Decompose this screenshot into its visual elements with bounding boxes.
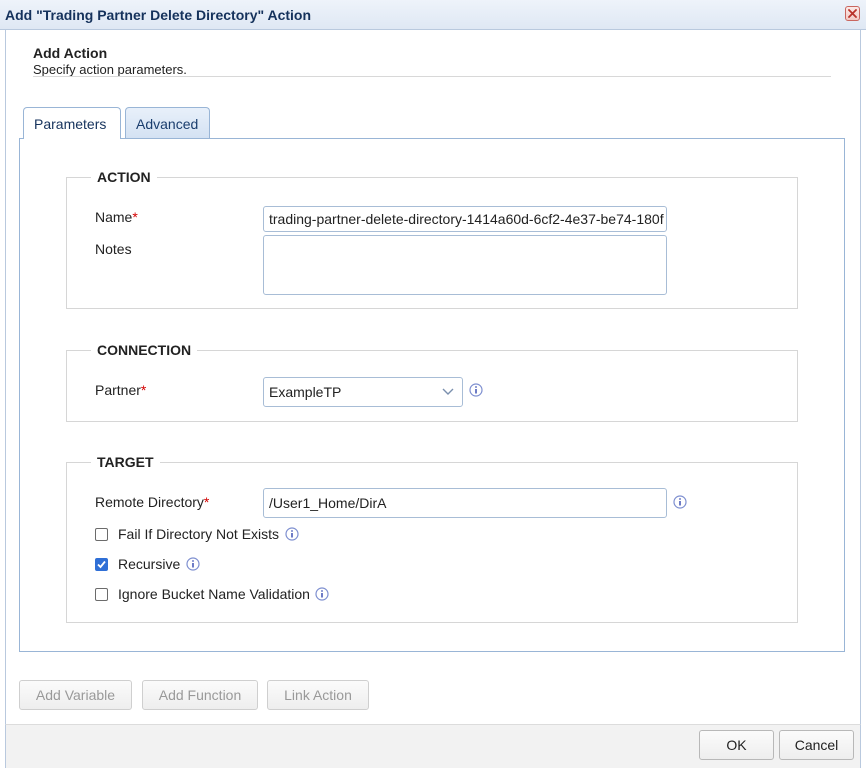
required-marker: * xyxy=(132,209,138,225)
fail-if-not-exists-label[interactable]: Fail If Directory Not Exists xyxy=(118,526,279,542)
partner-select-arrow[interactable] xyxy=(434,378,462,406)
checkmark-icon xyxy=(97,560,106,569)
close-icon xyxy=(848,9,857,18)
header-divider xyxy=(33,76,831,77)
required-marker: * xyxy=(203,494,210,510)
remote-directory-label: Remote Directory* xyxy=(95,494,210,510)
partner-select-value: ExampleTP xyxy=(269,384,342,400)
target-legend: TARGET xyxy=(91,454,160,470)
remote-directory-input[interactable]: /User1_Home/DirA xyxy=(263,488,667,518)
link-action-button[interactable]: Link Action xyxy=(267,680,369,710)
notes-label: Notes xyxy=(95,241,132,257)
name-label: Name* xyxy=(95,209,138,225)
chevron-down-icon xyxy=(442,388,454,395)
notes-textarea[interactable] xyxy=(263,235,667,295)
info-icon[interactable] xyxy=(315,587,329,601)
name-input[interactable]: trading-partner-delete-directory-1414a60… xyxy=(263,206,667,232)
partner-select[interactable]: ExampleTP xyxy=(263,377,463,407)
recursive-checkbox[interactable] xyxy=(95,558,108,571)
tab-advanced[interactable]: Advanced xyxy=(125,107,210,138)
ignore-bucket-validation-checkbox[interactable] xyxy=(95,588,108,601)
header-subtitle: Specify action parameters. xyxy=(33,62,187,77)
cancel-button[interactable]: Cancel xyxy=(779,730,854,760)
fail-if-not-exists-checkbox[interactable] xyxy=(95,528,108,541)
info-icon[interactable] xyxy=(186,557,200,571)
required-marker: * xyxy=(140,382,147,398)
add-variable-button[interactable]: Add Variable xyxy=(19,680,132,710)
add-function-button[interactable]: Add Function xyxy=(142,680,258,710)
info-icon[interactable] xyxy=(285,527,299,541)
dialog-title: Add "Trading Partner Delete Directory" A… xyxy=(5,7,312,23)
recursive-label[interactable]: Recursive xyxy=(118,556,180,572)
dialog-titlebar: Add "Trading Partner Delete Directory" A… xyxy=(0,0,866,30)
connection-legend: CONNECTION xyxy=(91,342,198,358)
info-icon[interactable] xyxy=(673,495,687,509)
ok-button[interactable]: OK xyxy=(699,730,774,760)
header-title: Add Action xyxy=(33,45,108,61)
info-icon[interactable] xyxy=(469,383,483,397)
tab-parameters[interactable]: Parameters xyxy=(23,107,121,139)
partner-label: Partner* xyxy=(95,382,147,398)
close-button[interactable] xyxy=(845,6,860,21)
ignore-bucket-validation-label[interactable]: Ignore Bucket Name Validation xyxy=(118,586,310,602)
action-legend: ACTION xyxy=(91,169,157,185)
